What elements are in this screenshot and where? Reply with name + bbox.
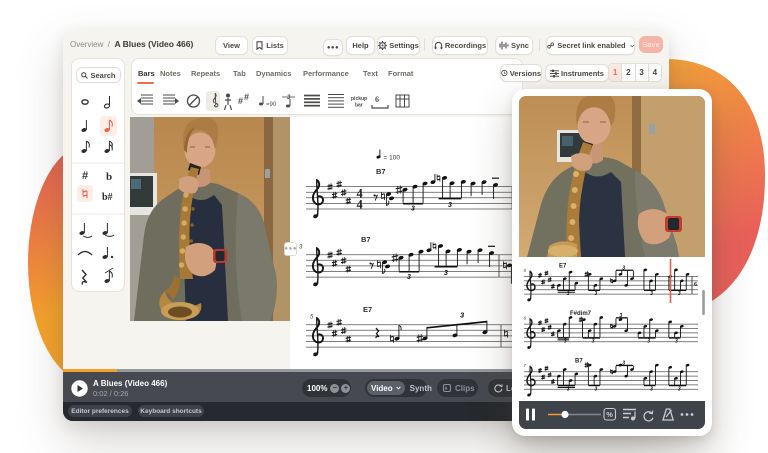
svg-text:3: 3 bbox=[460, 310, 465, 319]
svg-text:B7: B7 bbox=[361, 235, 371, 244]
svg-text:#: # bbox=[244, 92, 249, 102]
svg-text:3: 3 bbox=[675, 339, 678, 345]
svg-text:3: 3 bbox=[411, 206, 415, 213]
svg-text:3: 3 bbox=[647, 339, 650, 345]
svg-text:b: b bbox=[106, 171, 112, 183]
svg-text:5: 5 bbox=[524, 268, 527, 273]
svg-text:3: 3 bbox=[407, 274, 411, 281]
svg-text:3: 3 bbox=[622, 360, 625, 366]
svg-text:6: 6 bbox=[524, 316, 527, 321]
svg-text:B7: B7 bbox=[575, 359, 583, 365]
svg-text:3: 3 bbox=[650, 291, 653, 297]
svg-text:7: 7 bbox=[524, 363, 527, 368]
svg-text:bar: bar bbox=[355, 103, 363, 109]
svg-text:3: 3 bbox=[595, 386, 598, 392]
svg-text:3: 3 bbox=[650, 386, 653, 392]
svg-text:5: 5 bbox=[310, 315, 314, 321]
svg-text:3: 3 bbox=[564, 339, 567, 345]
svg-text:3: 3 bbox=[595, 291, 598, 297]
svg-text:6: 6 bbox=[375, 95, 379, 104]
svg-text:%: % bbox=[606, 410, 613, 419]
svg-text:#: # bbox=[238, 96, 243, 106]
svg-text:#: # bbox=[82, 170, 88, 182]
svg-text:6: 6 bbox=[694, 282, 697, 288]
svg-text:3: 3 bbox=[448, 202, 452, 209]
svg-text:3: 3 bbox=[622, 265, 625, 271]
svg-text:3: 3 bbox=[567, 386, 570, 392]
svg-text:3: 3 bbox=[592, 339, 595, 345]
svg-text:3: 3 bbox=[299, 245, 303, 251]
svg-text:3: 3 bbox=[678, 386, 681, 392]
svg-text:4: 4 bbox=[357, 198, 364, 212]
svg-text:3: 3 bbox=[444, 270, 448, 277]
svg-text:B7: B7 bbox=[376, 167, 386, 176]
svg-text:E7: E7 bbox=[363, 305, 372, 314]
svg-text:F#dim7: F#dim7 bbox=[570, 311, 592, 317]
svg-text:3: 3 bbox=[567, 291, 570, 297]
svg-text:3: 3 bbox=[619, 313, 622, 319]
svg-text:= 100: = 100 bbox=[384, 155, 401, 162]
svg-text:E7: E7 bbox=[559, 264, 567, 270]
svg-text:=90: =90 bbox=[266, 102, 277, 108]
svg-text:pickup: pickup bbox=[351, 96, 367, 102]
svg-text:b#: b# bbox=[102, 192, 113, 203]
svg-text:3: 3 bbox=[678, 291, 681, 297]
